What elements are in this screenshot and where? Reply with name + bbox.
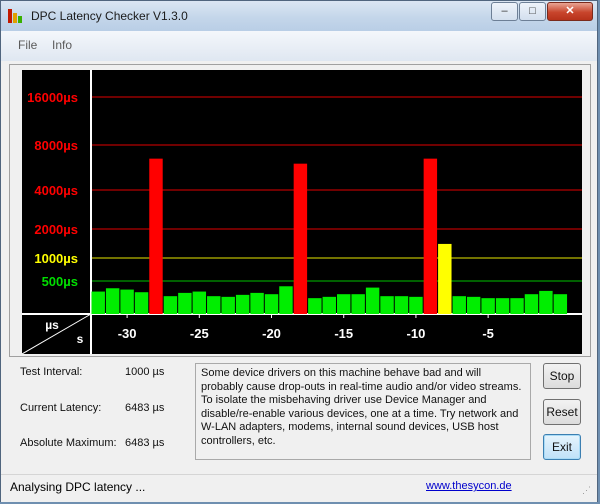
x-tick-label: -20 — [262, 326, 281, 341]
app-icon — [8, 9, 24, 23]
latency-bar — [380, 296, 394, 314]
absolute-maximum-label: Absolute Maximum: — [20, 437, 117, 449]
latency-bar — [322, 296, 336, 314]
latency-bar — [351, 294, 365, 314]
latency-bar — [207, 296, 221, 314]
latency-bar — [409, 296, 423, 314]
status-bar: Analysing DPC latency ... www.thesycon.d… — [1, 474, 597, 502]
latency-bar — [178, 292, 192, 314]
latency-bar — [365, 287, 380, 314]
latency-bar — [250, 292, 264, 314]
window-title: DPC Latency Checker V1.3.0 — [31, 9, 188, 23]
latency-chart: 16000µs 8000µs 4000µs 2000µs 1000µs 500µs µs s -… — [22, 70, 582, 354]
y-tick-label: 4000µs — [34, 183, 78, 198]
latency-bar — [438, 243, 452, 314]
minimize-button[interactable]: – — [491, 2, 518, 21]
latency-bar — [279, 286, 293, 314]
latency-bar — [221, 296, 235, 314]
absolute-maximum-value: 6483 µs — [125, 437, 165, 449]
exit-button[interactable]: Exit — [543, 434, 581, 460]
latency-bar — [192, 291, 207, 314]
x-tick-label: -25 — [190, 326, 209, 341]
x-tick-label: -30 — [118, 326, 137, 341]
latency-bar — [149, 158, 163, 314]
latency-bar — [524, 294, 539, 314]
menu-bar: File Info — [1, 31, 597, 61]
current-latency-value: 6483 µs — [125, 402, 165, 414]
x-tick-label: -5 — [482, 326, 494, 341]
y-tick-label: 1000µs — [34, 251, 78, 266]
latency-bar — [235, 294, 250, 314]
title-bar[interactable]: DPC Latency Checker V1.3.0 – □ ✕ — [1, 1, 597, 31]
latency-bar — [481, 298, 495, 314]
test-interval-value: 1000 µs — [125, 366, 165, 378]
reset-button[interactable]: Reset — [543, 399, 581, 425]
x-unit-label: s — [77, 332, 84, 346]
y-tick-label: 8000µs — [34, 138, 78, 153]
latency-bar — [553, 294, 568, 314]
latency-bar — [539, 290, 553, 314]
test-interval-label: Test Interval: — [20, 366, 83, 378]
latency-bar — [394, 296, 409, 314]
latency-bar — [105, 288, 120, 314]
latency-bar — [264, 294, 279, 314]
maximize-button[interactable]: □ — [519, 2, 546, 21]
latency-bar — [293, 163, 308, 314]
description-text: Some device drivers on this machine beha… — [195, 363, 531, 460]
x-tick-label: -10 — [407, 326, 426, 341]
close-button[interactable]: ✕ — [547, 2, 593, 21]
latency-bar — [452, 296, 466, 314]
latency-bar — [163, 296, 178, 314]
menu-item-info[interactable]: Info — [52, 38, 72, 52]
status-text: Analysing DPC latency ... — [10, 480, 146, 494]
latency-bar — [308, 298, 322, 314]
latency-bar — [466, 296, 481, 314]
latency-bar — [495, 298, 510, 314]
y-tick-label: 2000µs — [34, 222, 78, 237]
latency-bar — [510, 298, 524, 314]
latency-bar — [337, 294, 351, 314]
latency-bar — [91, 291, 105, 314]
latency-bar — [120, 289, 134, 314]
y-unit-label: µs — [45, 318, 59, 332]
menu-item-file[interactable]: File — [18, 38, 37, 52]
resize-grip-icon[interactable]: ⋰ — [582, 485, 591, 496]
latency-bar — [423, 158, 438, 314]
current-latency-label: Current Latency: — [20, 402, 102, 414]
app-window: DPC Latency Checker V1.3.0 – □ ✕ File In… — [0, 0, 598, 502]
stop-button[interactable]: Stop — [543, 363, 581, 389]
latency-bar — [134, 292, 149, 314]
y-tick-label: 16000µs — [27, 90, 78, 105]
x-tick-label: -15 — [334, 326, 353, 341]
website-link[interactable]: www.thesycon.de — [426, 480, 512, 492]
y-tick-label: 500µs — [42, 274, 78, 289]
